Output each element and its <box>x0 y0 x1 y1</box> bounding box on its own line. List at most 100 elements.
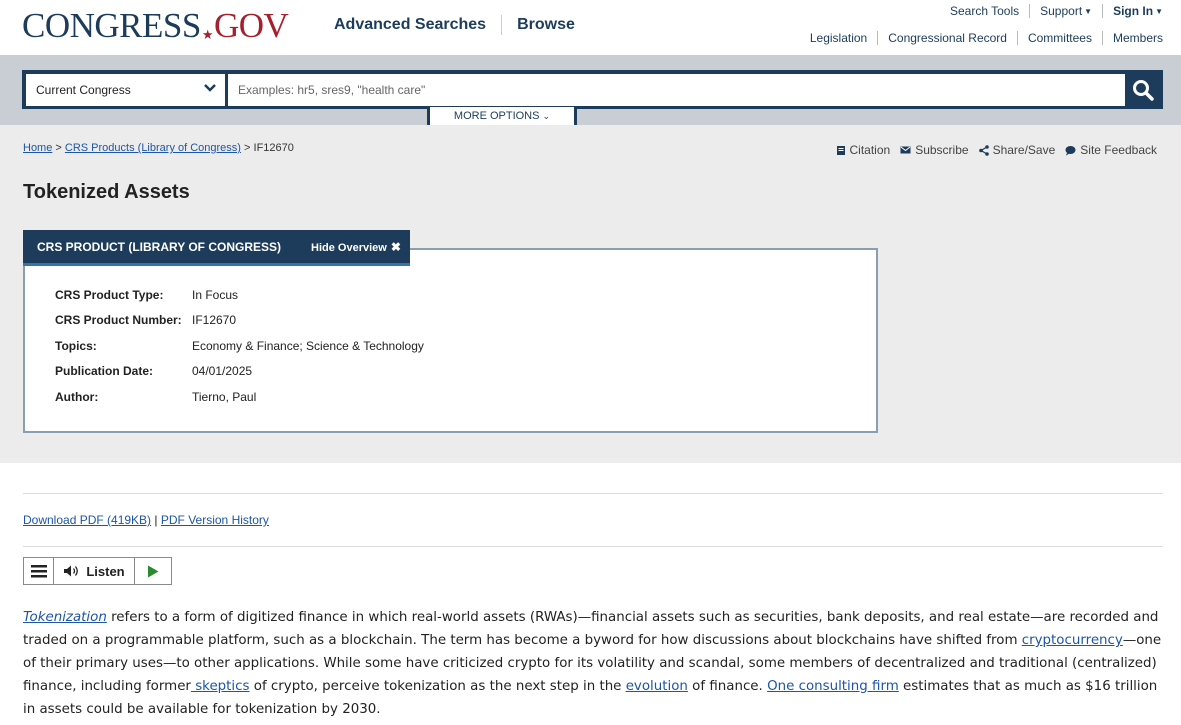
hide-overview-button[interactable]: Hide Overview ✖ <box>311 240 401 254</box>
utility-links: Search Tools Support ▼ Sign In ▼ <box>950 4 1163 18</box>
listen-player: Listen <box>23 557 172 585</box>
download-separator: | <box>154 513 158 527</box>
chevron-down-icon <box>204 84 216 92</box>
overview-label: Publication Date: <box>55 364 154 379</box>
article-paragraph: Tokenization refers to a form of digitiz… <box>23 606 1165 721</box>
utility-divider <box>1102 4 1104 18</box>
overview-row: Author: Tierno, Paul <box>55 384 424 410</box>
chevron-down-icon: ⌄ <box>542 111 551 121</box>
congress-scope-select[interactable]: Current Congress <box>26 74 225 106</box>
share-save-tool[interactable]: Share/Save <box>978 143 1055 157</box>
overview-table: CRS Product Type: In Focus CRS Product Nu… <box>55 282 424 410</box>
overview-label: Topics: <box>55 338 97 353</box>
play-button[interactable] <box>135 558 171 584</box>
search-button[interactable] <box>1126 73 1160 107</box>
caret-down-icon: ▼ <box>1084 7 1093 16</box>
search-input[interactable] <box>228 74 1125 106</box>
breadcrumb: Home > CRS Products (Library of Congress… <box>23 142 294 154</box>
cryptocurrency-link[interactable]: cryptocurrency <box>1022 633 1123 648</box>
members-link[interactable]: Members <box>1113 31 1163 45</box>
overview-value: In Focus <box>192 287 239 302</box>
nav-browse[interactable]: Browse <box>517 16 575 34</box>
comment-icon <box>1065 145 1076 155</box>
divider <box>23 493 1163 494</box>
download-pdf-link[interactable]: Download PDF (419KB) <box>23 513 151 527</box>
overview-tab-title: CRS PRODUCT (LIBRARY OF CONGRESS) <box>37 239 282 254</box>
article-text: of crypto, perceive tokenization as the … <box>249 679 626 694</box>
more-options-label: MORE OPTIONS <box>453 110 540 122</box>
support-link[interactable]: Support ▼ <box>1040 4 1092 18</box>
overview-row: Publication Date: 04/01/2025 <box>55 359 424 385</box>
logo-text-gov: GOV <box>213 6 289 45</box>
section-divider <box>1101 31 1103 45</box>
caret-down-icon: ▼ <box>1155 7 1163 16</box>
search-icon <box>1133 80 1154 101</box>
search-band: Current Congress MORE OPTIONS ⌄ <box>0 55 1181 131</box>
page-title: Tokenized Assets <box>23 181 190 203</box>
sign-in-link[interactable]: Sign In ▼ <box>1113 4 1163 18</box>
divider <box>23 546 1163 547</box>
overview-label: Author: <box>55 389 99 404</box>
citation-label: Citation <box>849 143 891 157</box>
evolution-link[interactable]: evolution <box>626 679 688 694</box>
overview-value: IF12670 <box>192 313 237 328</box>
content-header-area: Home > CRS Products (Library of Congress… <box>0 125 1181 463</box>
utility-divider <box>1029 4 1031 18</box>
section-divider <box>877 31 879 45</box>
overview-row: CRS Product Type: In Focus <box>55 282 424 308</box>
overview-value: 04/01/2025 <box>192 364 253 379</box>
breadcrumb-separator: > <box>244 142 251 154</box>
nav-advanced-searches[interactable]: Advanced Searches <box>334 16 486 34</box>
breadcrumb-current: IF12670 <box>253 142 294 154</box>
site-feedback-tool[interactable]: Site Feedback <box>1065 143 1157 157</box>
article-text: refers to a form of digitized finance in… <box>23 610 1159 648</box>
overview-row: CRS Product Number: IF12670 <box>55 308 424 334</box>
close-icon: ✖ <box>390 239 401 254</box>
tokenization-link-text: Tokenization <box>23 610 107 625</box>
hide-overview-label: Hide Overview <box>311 241 387 254</box>
scope-value: Current Congress <box>36 83 131 97</box>
congressional-record-link[interactable]: Congressional Record <box>888 31 1007 45</box>
breadcrumb-crs-products[interactable]: CRS Products (Library of Congress) <box>65 142 241 154</box>
overview-value: Economy & Finance; Science & Technology <box>192 338 424 353</box>
play-icon <box>148 565 159 577</box>
support-label: Support <box>1040 4 1083 18</box>
player-menu-button[interactable] <box>24 558 54 584</box>
hamburger-menu-icon <box>30 564 47 577</box>
nav-divider <box>501 15 503 35</box>
site-feedback-label: Site Feedback <box>1080 143 1157 157</box>
page-tools: Citation Subscribe Share/Save Site Feedb… <box>826 143 1157 157</box>
breadcrumb-separator: > <box>55 142 62 154</box>
listen-label: Listen <box>86 563 125 579</box>
citation-icon <box>836 145 845 155</box>
skeptics-link[interactable]: skeptics <box>191 679 249 694</box>
logo-star-icon: ★ <box>201 27 214 42</box>
breadcrumb-home[interactable]: Home <box>23 142 52 154</box>
share-icon <box>978 144 989 156</box>
committees-link[interactable]: Committees <box>1028 31 1092 45</box>
section-divider <box>1016 31 1018 45</box>
article-text: of finance. <box>687 679 768 694</box>
speaker-icon <box>64 565 79 577</box>
overview-tab: CRS PRODUCT (LIBRARY OF CONGRESS) Hide O… <box>23 230 410 266</box>
subscribe-tool[interactable]: Subscribe <box>900 143 969 157</box>
site-header: CONGRESS★GOV Advanced Searches Browse Se… <box>0 0 1181 55</box>
search-tools-link[interactable]: Search Tools <box>950 4 1019 18</box>
legislation-link[interactable]: Legislation <box>810 31 867 45</box>
overview-panel: CRS PRODUCT (LIBRARY OF CONGRESS) Hide O… <box>23 230 878 433</box>
section-links: Legislation Congressional Record Committ… <box>810 31 1163 45</box>
search-bar: Current Congress <box>22 70 1163 109</box>
tokenization-link[interactable]: Tokenization <box>23 610 107 625</box>
listen-button[interactable]: Listen <box>54 558 135 584</box>
subscribe-label: Subscribe <box>915 143 969 157</box>
overview-label: CRS Product Number: <box>55 313 182 328</box>
main-nav: Advanced Searches Browse <box>334 15 575 35</box>
overview-label: CRS Product Type: <box>55 287 164 302</box>
overview-value: Tierno, Paul <box>192 389 257 404</box>
pdf-version-history-link[interactable]: PDF Version History <box>161 513 269 527</box>
citation-tool[interactable]: Citation <box>836 143 891 157</box>
consulting-firm-link[interactable]: One consulting firm <box>767 679 899 694</box>
congress-gov-logo[interactable]: CONGRESS★GOV <box>22 6 289 55</box>
sign-in-label: Sign In <box>1113 4 1154 18</box>
download-links: Download PDF (419KB) | PDF Version Histo… <box>23 513 269 527</box>
